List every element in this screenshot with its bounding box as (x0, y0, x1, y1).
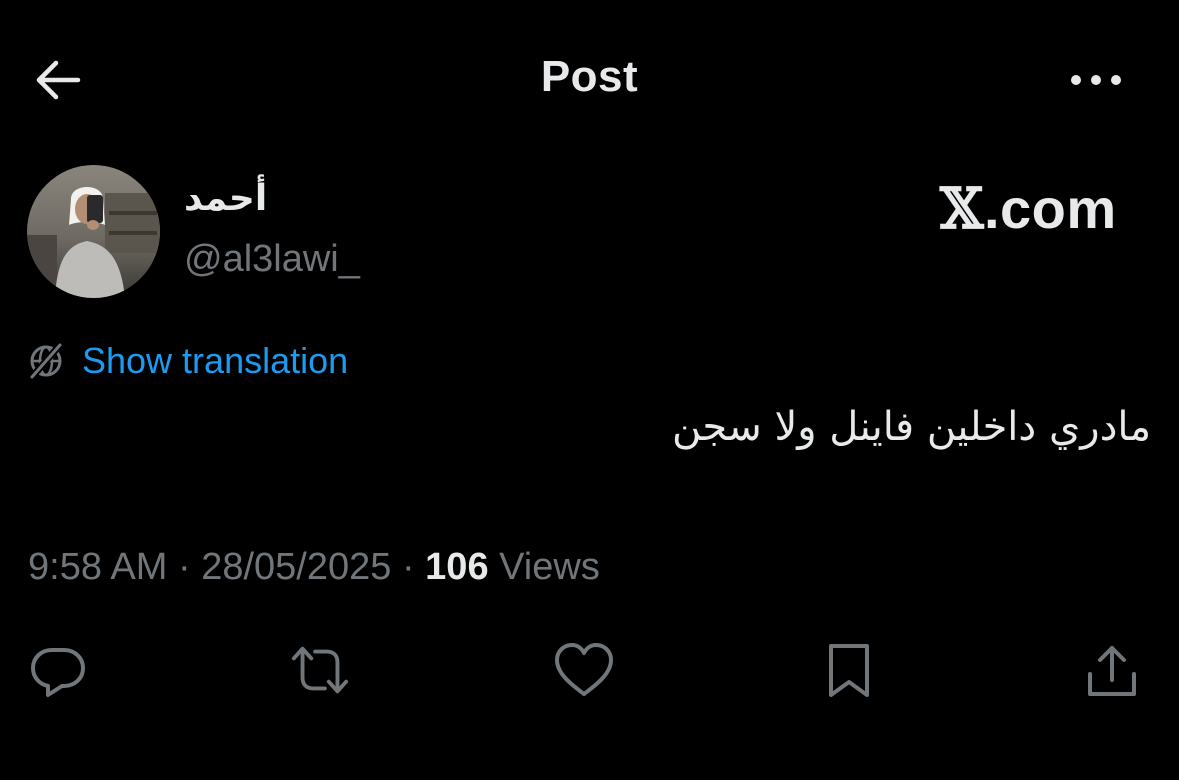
top-bar: Post (0, 30, 1179, 126)
reply-button[interactable] (26, 638, 90, 702)
share-button[interactable] (1080, 638, 1144, 702)
more-options-button[interactable] (1060, 48, 1132, 112)
profile-photo (27, 165, 160, 298)
bookmark-icon (829, 644, 869, 697)
repost-icon (291, 646, 349, 694)
views-label: Views (488, 546, 600, 588)
post-text: مادري داخلين فاينل ولا سجن (671, 404, 1151, 450)
like-button[interactable] (552, 638, 616, 702)
repost-button[interactable] (288, 638, 352, 702)
bookmark-button[interactable] (817, 638, 881, 702)
share-icon (1088, 646, 1136, 696)
post-time: 9:58 AM (28, 546, 168, 588)
x-com-watermark: 𝕏.com (940, 176, 1117, 242)
post-meta: 9:58 AM · 28/05/2025 · 106 Views (28, 546, 600, 589)
watermark-domain: .com (983, 177, 1117, 240)
author-display-name[interactable]: أحمد (184, 178, 267, 219)
action-bar (0, 638, 1179, 702)
x-logo: 𝕏 (940, 176, 984, 242)
avatar[interactable] (27, 165, 160, 298)
meta-separator: · (167, 546, 202, 588)
ellipsis-icon (1071, 75, 1121, 85)
show-translation-label: Show translation (82, 340, 349, 381)
show-translation-button[interactable]: Show translation (26, 336, 348, 386)
reply-icon (31, 648, 85, 697)
globe-slash-icon (26, 341, 66, 381)
heart-icon (555, 643, 613, 696)
post-date: 28/05/2025 (201, 546, 392, 588)
page-title: Post (540, 52, 639, 101)
meta-separator: · (391, 546, 426, 588)
author-handle[interactable]: @al3lawi_ (184, 238, 360, 281)
views-count[interactable]: 106 (425, 546, 488, 588)
